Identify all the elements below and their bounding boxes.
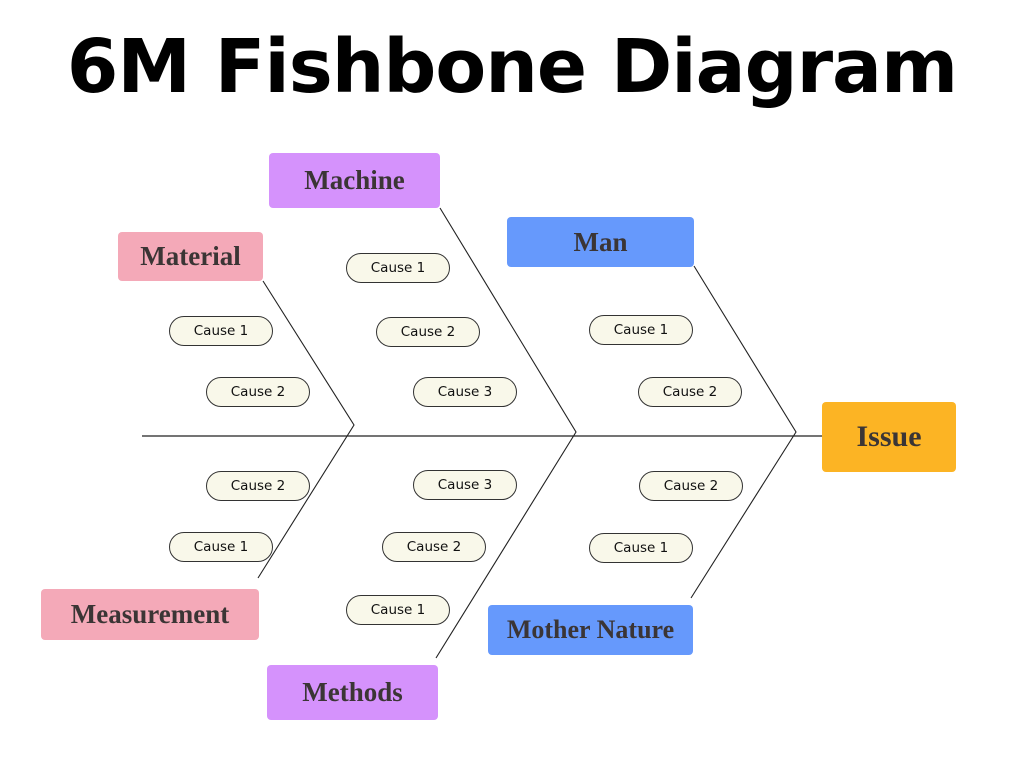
category-machine-label: Machine — [304, 165, 405, 195]
cause-machine-3: Cause 3 — [413, 377, 517, 407]
cause-man-2: Cause 2 — [638, 377, 742, 407]
cause-mother-nature-1: Cause 1 — [589, 533, 693, 563]
category-man: Man — [507, 217, 694, 267]
cause-machine-1: Cause 1 — [346, 253, 450, 283]
category-material: Material — [118, 232, 263, 281]
category-measurement-label: Measurement — [70, 599, 230, 629]
cause-measurement-2: Cause 2 — [206, 471, 310, 501]
category-methods-label: Methods — [302, 677, 403, 707]
cause-man-1: Cause 1 — [589, 315, 693, 345]
cause-methods-2: Cause 2 — [382, 532, 486, 562]
category-material-label: Material — [140, 241, 241, 271]
cause-methods-3: Cause 3 — [413, 470, 517, 500]
category-man-label: Man — [573, 226, 628, 257]
cause-material-1: Cause 1 — [169, 316, 273, 346]
category-machine: Machine — [269, 153, 440, 208]
cause-mother-nature-2: Cause 2 — [639, 471, 743, 501]
effect-issue: Issue — [822, 402, 956, 472]
cause-material-2: Cause 2 — [206, 377, 310, 407]
bone-machine-methods — [435, 207, 577, 659]
cause-measurement-1: Cause 1 — [169, 532, 273, 562]
bone-man-mother-nature — [690, 265, 797, 599]
effect-issue-label: Issue — [856, 420, 922, 453]
category-methods: Methods — [267, 665, 438, 720]
category-mother-nature-label: Mother Nature — [506, 615, 675, 644]
bone-material-measurement — [257, 280, 355, 579]
cause-methods-1: Cause 1 — [346, 595, 450, 625]
cause-machine-2: Cause 2 — [376, 317, 480, 347]
category-measurement: Measurement — [41, 589, 259, 640]
category-mother-nature: Mother Nature — [488, 605, 693, 655]
